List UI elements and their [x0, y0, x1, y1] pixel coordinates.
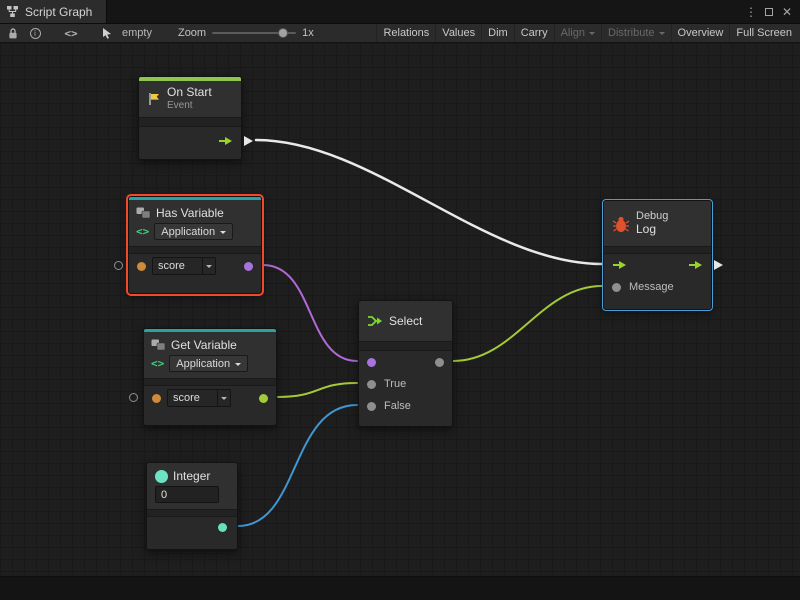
port-label-message: Message	[629, 281, 674, 293]
selection-pointer-icon	[96, 24, 118, 42]
carry-button[interactable]: Carry	[514, 24, 554, 42]
node-title: Integer	[173, 469, 210, 483]
variable-name-dropdown[interactable]: score	[167, 389, 231, 407]
port-label-true: True	[384, 378, 406, 390]
info-glyph: i	[30, 28, 41, 39]
chevron-down-icon	[217, 390, 230, 406]
integer-icon	[155, 470, 168, 483]
node-title: Has Variable	[156, 206, 224, 220]
distribute-button[interactable]: Distribute	[601, 24, 670, 42]
select-icon	[367, 314, 383, 328]
node-get-variable[interactable]: Get Variable <> Application score	[143, 328, 277, 426]
dim-button[interactable]: Dim	[481, 24, 514, 42]
name-port[interactable]	[152, 394, 161, 403]
node-has-variable[interactable]: Has Variable <> Application score	[128, 196, 262, 294]
scope-dropdown[interactable]: Application	[154, 223, 233, 240]
tab-script-graph[interactable]: Script Graph	[0, 0, 107, 23]
false-port[interactable]	[367, 402, 376, 411]
relations-button[interactable]: Relations	[376, 24, 435, 42]
node-title: Select	[389, 314, 422, 328]
window-controls: ⋮ ✕	[743, 0, 800, 23]
node-debug-log[interactable]: Debug Log Messa	[603, 200, 712, 310]
node-subtitle: Log	[636, 223, 668, 237]
message-port[interactable]	[612, 283, 621, 292]
graph-icon	[6, 5, 19, 18]
chevron-down-icon	[659, 32, 665, 38]
wire-hasvariable-to-select	[263, 265, 357, 361]
value-port[interactable]	[218, 523, 227, 532]
true-port[interactable]	[367, 380, 376, 389]
node-title: On Start	[167, 86, 212, 100]
graph-canvas[interactable]: On Start Event	[0, 43, 800, 600]
close-icon[interactable]: ✕	[779, 3, 795, 21]
fullscreen-button[interactable]: Full Screen	[729, 24, 798, 42]
zoom-slider-thumb[interactable]	[278, 28, 288, 38]
zoom-slider[interactable]	[212, 27, 296, 39]
values-button[interactable]: Values	[435, 24, 481, 42]
value-port[interactable]	[259, 394, 268, 403]
variable-kind-icon: <>	[151, 357, 164, 370]
chevron-down-icon	[589, 32, 595, 38]
unity-graph-window: Script Graph ⋮ ✕ i <> empty	[0, 0, 800, 600]
result-port[interactable]	[244, 262, 253, 271]
node-select[interactable]: Select True False	[358, 300, 453, 427]
variable-name-dropdown[interactable]: score	[152, 257, 216, 275]
trigger-out-arrow[interactable]	[714, 260, 723, 270]
unconnected-port[interactable]	[129, 393, 138, 402]
integer-value-input[interactable]	[155, 486, 219, 503]
overview-button[interactable]: Overview	[671, 24, 730, 42]
trigger-in-port[interactable]	[612, 260, 627, 270]
integer-header: Integer	[147, 463, 237, 509]
trigger-out-port[interactable]	[218, 136, 233, 146]
variables-icon	[151, 339, 166, 351]
condition-port[interactable]	[367, 358, 376, 367]
node-title: Get Variable	[171, 338, 237, 352]
bug-icon	[612, 215, 630, 233]
node-integer[interactable]: Integer	[146, 462, 238, 550]
zoom-label: Zoom	[178, 27, 206, 39]
toolbar-buttons: Relations Values Dim Carry Align Distrib…	[376, 24, 798, 42]
zoom-control: Zoom 1x	[178, 27, 314, 39]
has-variable-header: Has Variable <> Application	[129, 200, 261, 246]
zoom-level: 1x	[302, 27, 314, 39]
node-subtitle: Event	[167, 100, 212, 112]
graph-toolbar: i <> empty Zoom 1x Relations Values Dim …	[0, 24, 800, 43]
wire-select-to-debuglog	[453, 286, 602, 361]
scope-dropdown[interactable]: Application	[169, 355, 248, 372]
wire-getvariable-to-select	[278, 383, 357, 397]
chevron-down-icon	[202, 258, 215, 274]
lock-icon[interactable]	[2, 24, 24, 42]
trigger-out-arrow[interactable]	[244, 136, 253, 146]
tab-bar: Script Graph ⋮ ✕	[0, 0, 800, 24]
trigger-out-port[interactable]	[688, 260, 703, 270]
variable-kind-icon: <>	[136, 225, 149, 238]
unconnected-port[interactable]	[114, 261, 123, 270]
menu-icon[interactable]: ⋮	[743, 3, 759, 21]
wire-onstart-to-debuglog	[256, 140, 602, 264]
ports-toggle-icon[interactable]: <>	[60, 24, 82, 42]
port-label-false: False	[384, 400, 411, 412]
chevron-down-icon	[235, 363, 241, 369]
get-variable-header: Get Variable <> Application	[144, 332, 276, 378]
maximize-icon[interactable]	[761, 3, 777, 21]
info-icon[interactable]: i	[24, 24, 46, 42]
selection-label: empty	[122, 27, 152, 39]
on-start-header: On Start Event	[139, 81, 241, 117]
debug-log-header: Debug Log	[604, 201, 711, 246]
name-port[interactable]	[137, 262, 146, 271]
flag-icon	[147, 92, 161, 106]
select-header: Select	[359, 301, 452, 341]
variables-icon	[136, 207, 151, 219]
tab-title: Script Graph	[25, 5, 92, 19]
align-button[interactable]: Align	[554, 24, 601, 42]
node-on-start[interactable]: On Start Event	[138, 76, 242, 160]
chevron-down-icon	[220, 231, 226, 237]
maximize-box	[765, 8, 773, 16]
canvas-edge	[0, 576, 800, 600]
result-port[interactable]	[435, 358, 444, 367]
